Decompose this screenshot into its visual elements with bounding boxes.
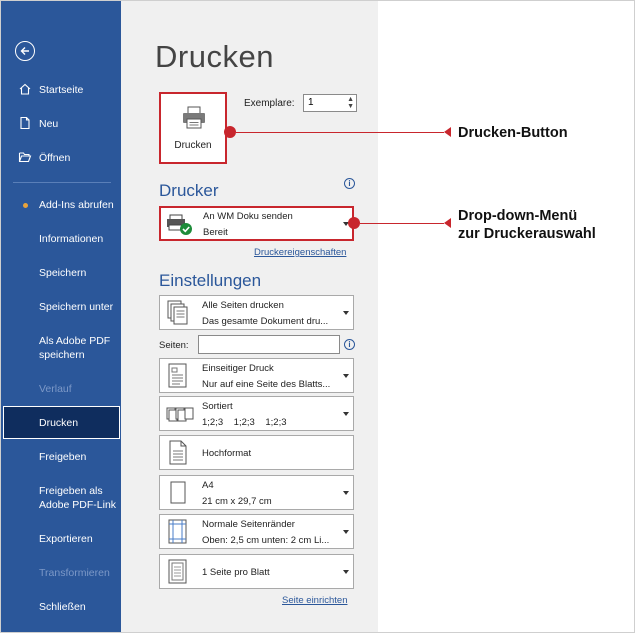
paper-size-icon [170, 481, 186, 504]
setting-title: Hochformat [202, 448, 252, 459]
setting-title: Sortiert [202, 401, 233, 412]
print-range-dropdown[interactable]: Alle Seiten drucken Das gesamte Dokument… [159, 295, 354, 330]
single-sided-icon [168, 363, 187, 388]
sidebar-item-label: Informationen [39, 233, 104, 245]
home-icon [19, 83, 31, 95]
setting-title: A4 [202, 480, 214, 491]
pages-input[interactable] [198, 335, 340, 354]
printer-heading: Drucker [159, 181, 219, 200]
setting-detail: Oben: 2,5 cm unten: 2 cm Li... [202, 535, 330, 546]
annotation-marker [348, 217, 360, 229]
copies-value: 1 [308, 97, 314, 108]
backstage-sidebar: Startseite Neu Öffnen Add-Ins abrufen In… [1, 1, 121, 632]
annotation-arrow-icon [444, 127, 451, 137]
sidebar-item-label: Verlauf [39, 383, 72, 395]
sidebar-item-label: Speichern [39, 267, 87, 279]
back-arrow-icon[interactable] [15, 41, 35, 61]
copies-stepper[interactable]: 1 ▲ ▼ [303, 94, 357, 112]
paper-size-dropdown[interactable]: A4 21 cm x 29,7 cm [159, 475, 354, 510]
orientation-dropdown[interactable]: Hochformat [159, 435, 354, 470]
chevron-down-icon [343, 412, 349, 416]
setting-detail: 21 cm x 29,7 cm [202, 496, 272, 507]
page-setup-link[interactable]: Seite einrichten [282, 595, 347, 606]
pages-stack-icon [167, 300, 188, 325]
printer-dropdown[interactable]: An WM Doku senden Bereit [159, 206, 354, 241]
sidebar-divider [13, 182, 111, 183]
annotation-marker [224, 126, 236, 138]
page-title: Drucken [155, 39, 274, 74]
setting-title: Normale Seitenränder [202, 519, 295, 530]
printer-icon [183, 106, 205, 129]
margins-dropdown[interactable]: Normale Seitenränder Oben: 2,5 cm unten:… [159, 514, 354, 549]
annotation-arrow-icon [444, 218, 451, 228]
annotation-dropdown-line1: Drop-down-Menü [458, 208, 578, 224]
sidebar-item-label: Transformieren [39, 567, 110, 579]
portrait-page-icon [169, 440, 187, 465]
info-icon[interactable]: i [344, 178, 355, 189]
sidebar-item-label: Exportieren [39, 533, 93, 545]
setting-detail: Das gesamte Dokument dru... [202, 316, 329, 327]
pages-per-sheet-dropdown[interactable]: 1 Seite pro Blatt [159, 554, 354, 589]
screenshot-frame: Startseite Neu Öffnen Add-Ins abrufen In… [0, 0, 635, 633]
annotation-line [360, 222, 444, 224]
pages-label: Seiten: [159, 340, 189, 351]
printer-properties-link[interactable]: Druckereigenschaften [254, 247, 346, 258]
new-document-icon [20, 116, 30, 130]
sidebar-item-label: Öffnen [39, 152, 71, 164]
sidebar-item-label: Als Adobe PDF speichern [39, 335, 111, 361]
printer-status: Bereit [203, 227, 228, 238]
annotation-dropdown-line2: zur Druckerauswahl [458, 226, 596, 242]
print-button-label: Drucken [174, 140, 212, 151]
chevron-down-icon [343, 570, 349, 574]
setting-title: Einseitiger Druck [202, 363, 274, 374]
setting-title: Alle Seiten drucken [202, 300, 284, 311]
collated-icon [166, 407, 194, 422]
print-button[interactable]: Drucken [159, 92, 227, 164]
sidebar-item-label: Add-Ins abrufen [39, 199, 114, 211]
sidebar-item-label: Freigeben als Adobe PDF-Link [39, 485, 117, 511]
chevron-down-icon [343, 311, 349, 315]
annotation-print-button: Drucken-Button [458, 125, 568, 141]
chevron-down-icon [343, 374, 349, 378]
sidebar-item-drucken[interactable]: Drucken [3, 406, 120, 439]
chevron-down-icon [343, 530, 349, 534]
setting-detail: Nur auf eine Seite des Blatts... [202, 379, 331, 390]
annotation-line [236, 131, 444, 133]
notification-dot-icon [23, 203, 28, 208]
page-per-sheet-icon [168, 559, 187, 584]
sidebar-item-label: Speichern unter [39, 301, 114, 313]
margins-icon [168, 519, 187, 544]
info-icon[interactable]: i [344, 339, 355, 350]
settings-heading: Einstellungen [159, 271, 262, 290]
collate-dropdown[interactable]: Sortiert 1;2;3 1;2;3 1;2;3 [159, 396, 354, 431]
setting-detail: 1;2;3 1;2;3 1;2;3 [202, 417, 287, 428]
sidebar-item-label: Freigeben [39, 451, 87, 463]
setting-title: 1 Seite pro Blatt [202, 567, 270, 578]
printer-name: An WM Doku senden [203, 211, 293, 222]
sidebar-item-label: Neu [39, 118, 59, 130]
copies-label: Exemplare: [244, 98, 295, 109]
sidebar-item-label: Startseite [39, 84, 84, 96]
sidebar-item-label: Schließen [39, 601, 86, 613]
duplex-dropdown[interactable]: Einseitiger Druck Nur auf eine Seite des… [159, 358, 354, 393]
chevron-down-icon [343, 491, 349, 495]
spin-arrows-icon[interactable]: ▲ ▼ [347, 96, 354, 110]
printer-ready-icon [167, 214, 192, 235]
sidebar-item-label: Drucken [39, 417, 79, 429]
open-folder-icon [18, 152, 32, 163]
